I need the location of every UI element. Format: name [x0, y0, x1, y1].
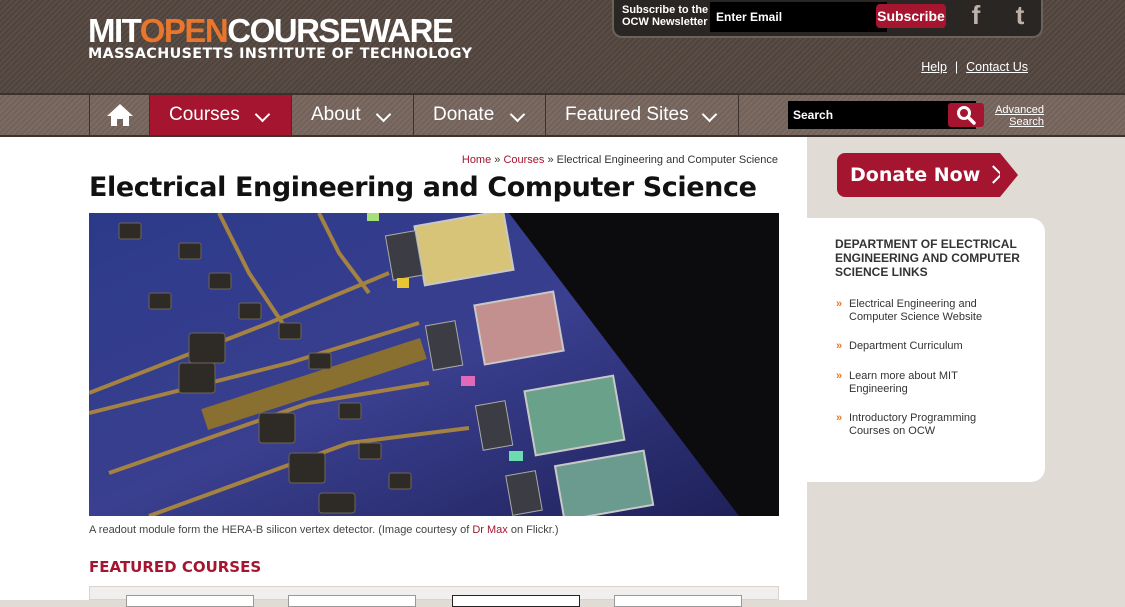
donate-now-label: Donate Now — [850, 164, 981, 186]
nav-about-label: About — [311, 104, 361, 125]
featured-courses-heading: FEATURED COURSES — [89, 558, 262, 576]
newsletter-email-input[interactable] — [710, 2, 887, 32]
breadcrumb-separator: » — [544, 154, 557, 166]
nav-courses-label: Courses — [169, 104, 240, 125]
subscribe-button[interactable]: Subscribe — [876, 4, 946, 28]
featured-courses-carousel — [89, 586, 779, 607]
caption-credit-link[interactable]: Dr Max — [472, 524, 507, 536]
arrow-icon: » — [836, 370, 843, 382]
home-icon — [107, 104, 133, 126]
nav-donate-label: Donate — [433, 104, 495, 125]
logo-subtitle: MASSACHUSETTS INSTITUTE OF TECHNOLOGY — [88, 46, 473, 62]
donate-now-button[interactable]: Donate Now — [837, 153, 1018, 197]
contact-us-link[interactable]: Contact Us — [966, 60, 1028, 74]
utility-separator: | — [954, 60, 959, 74]
search-icon — [957, 106, 976, 125]
caption-text-end: on Flickr.) — [507, 524, 559, 536]
breadcrumb: Home » Courses » Electrical Engineering … — [462, 154, 778, 166]
featured-course-card[interactable] — [614, 595, 742, 607]
newsletter-label: Subscribe to the OCW Newsletter — [622, 4, 709, 28]
chevron-down-icon — [509, 106, 526, 123]
breadcrumb-courses[interactable]: Courses — [503, 154, 544, 166]
page-title: Electrical Engineering and Computer Scie… — [89, 172, 757, 203]
arrow-icon: » — [836, 340, 843, 352]
arrow-icon: » — [836, 412, 843, 424]
twitter-icon[interactable]: t — [1002, 0, 1038, 32]
caption-text: A readout module form the HERA-B silicon… — [89, 524, 473, 536]
department-banner-image — [89, 213, 779, 516]
nav-courses[interactable]: Courses — [150, 95, 292, 135]
search-box — [788, 101, 984, 129]
facebook-icon[interactable]: f — [958, 0, 994, 32]
sidebar-link-label: Electrical Engineering and Computer Scie… — [849, 298, 983, 323]
search-button[interactable] — [948, 103, 984, 127]
newsletter-signup: Subscribe to the OCW Newsletter Subscrib… — [612, 0, 1043, 38]
site-header: MITOPENCOURSEWARE MASSACHUSETTS INSTITUT… — [0, 0, 1125, 93]
nav-about[interactable]: About — [292, 95, 414, 135]
nav-donate[interactable]: Donate — [414, 95, 546, 135]
utility-links: Help | Contact Us — [921, 60, 1028, 74]
chevron-down-icon — [375, 106, 392, 123]
main-navigation: Courses About Donate Featured Sites Adva… — [0, 93, 1125, 137]
nav-featured-label: Featured Sites — [565, 104, 689, 125]
featured-course-card[interactable] — [288, 595, 416, 607]
chevron-right-icon — [984, 165, 1003, 184]
arrow-icon: » — [836, 298, 843, 310]
breadcrumb-home[interactable]: Home — [462, 154, 491, 166]
sidebar-link-label: Department Curriculum — [849, 340, 963, 352]
logo-wordmark: MITOPENCOURSEWARE — [88, 12, 454, 49]
breadcrumb-separator: » — [491, 154, 504, 166]
advanced-search-link[interactable]: Advanced Search — [994, 104, 1044, 128]
mit-ocw-logo[interactable]: MITOPENCOURSEWARE MASSACHUSETTS INSTITUT… — [88, 12, 473, 62]
sidebar-link-label: Learn more about MIT Engineering — [849, 370, 958, 395]
nav-home[interactable] — [89, 95, 150, 135]
chevron-down-icon — [701, 106, 718, 123]
chevron-down-icon — [254, 106, 271, 123]
featured-course-card[interactable] — [126, 595, 254, 607]
search-input[interactable] — [788, 101, 938, 129]
department-links-panel: DEPARTMENT OF ELECTRICAL ENGINEERING AND… — [807, 218, 1045, 482]
nav-featured-sites[interactable]: Featured Sites — [546, 95, 739, 135]
help-link[interactable]: Help — [921, 60, 947, 74]
sidebar-link-label: Introductory Programming Courses on OCW — [849, 412, 977, 437]
image-caption: A readout module form the HERA-B silicon… — [89, 524, 559, 536]
breadcrumb-current: Electrical Engineering and Computer Scie… — [556, 154, 778, 166]
department-links-heading: DEPARTMENT OF ELECTRICAL ENGINEERING AND… — [835, 237, 1020, 279]
featured-course-card[interactable] — [452, 595, 580, 607]
main-content: Home » Courses » Electrical Engineering … — [0, 137, 807, 607]
